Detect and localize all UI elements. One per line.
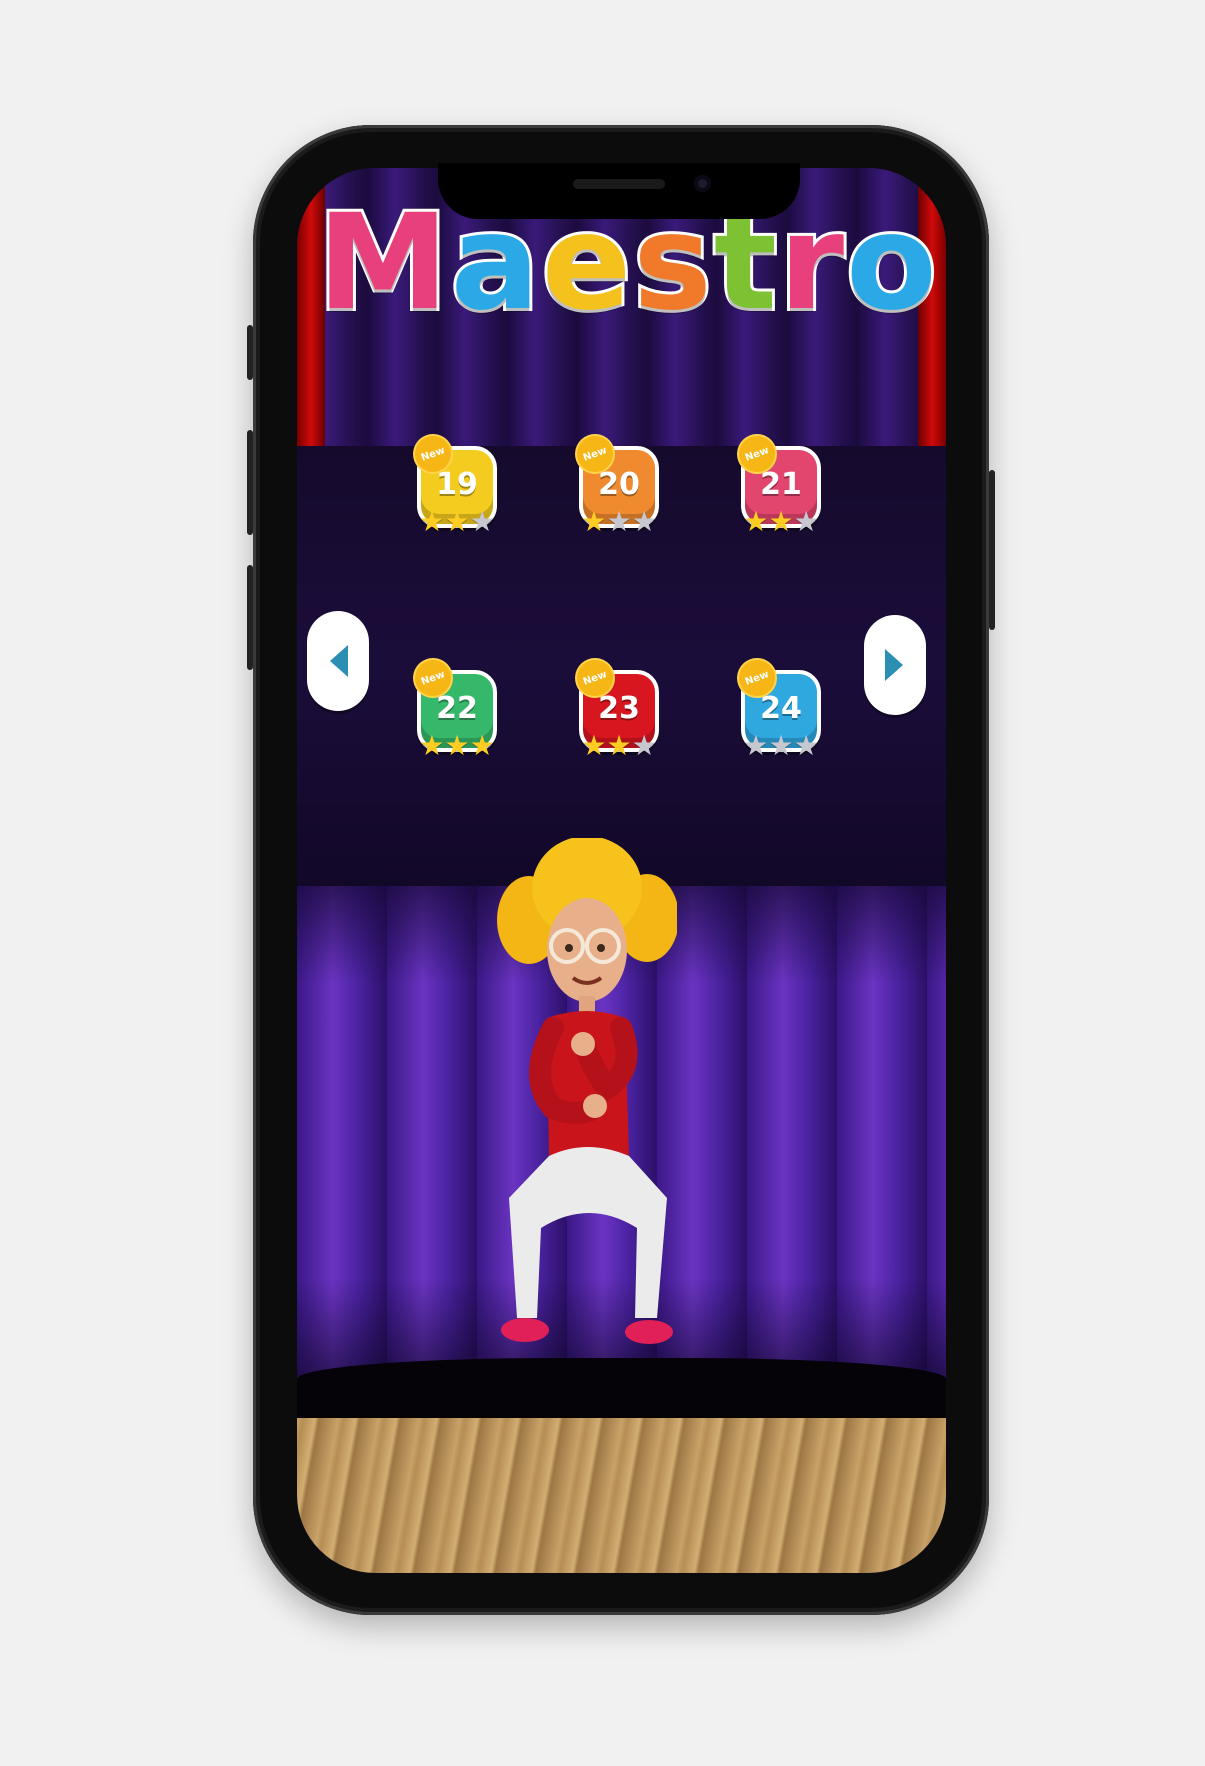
level-button-21[interactable]: 21 New ★ ★ ★ — [733, 430, 821, 538]
level-stars: ★ ★ ★ — [419, 729, 495, 762]
phone-volume-up — [247, 430, 253, 535]
level-stars: ★ ★ ★ — [419, 505, 495, 538]
stage-floor — [297, 1418, 946, 1573]
star-filled-icon: ★ — [743, 505, 769, 538]
star-empty-icon: ★ — [768, 729, 794, 762]
phone-power-button — [989, 470, 995, 630]
star-filled-icon: ★ — [581, 729, 607, 762]
phone-notch — [438, 163, 800, 219]
level-button-23[interactable]: 23 New ★ ★ ★ — [571, 654, 659, 762]
game-screen: Maestro 19 New ★ ★ ★ 20 New ★ ★ ★ 21 New ★ ★ ★ 22 New ★ ★ ★… — [297, 168, 946, 1573]
star-empty-icon: ★ — [793, 729, 819, 762]
star-filled-icon: ★ — [469, 729, 495, 762]
level-number: 22 — [436, 690, 478, 726]
star-filled-icon: ★ — [606, 729, 632, 762]
title-letter: o — [843, 186, 940, 340]
level-button-20[interactable]: 20 New ★ ★ ★ — [571, 430, 659, 538]
arrow-right-icon — [885, 649, 903, 681]
level-stars: ★ ★ ★ — [743, 505, 819, 538]
star-filled-icon: ★ — [444, 729, 470, 762]
level-stars: ★ ★ ★ — [581, 505, 657, 538]
star-filled-icon: ★ — [444, 505, 470, 538]
level-button-24[interactable]: 24 New ★ ★ ★ — [733, 654, 821, 762]
level-stars: ★ ★ ★ — [743, 729, 819, 762]
star-empty-icon: ★ — [743, 729, 769, 762]
level-number: 24 — [760, 690, 802, 726]
star-empty-icon: ★ — [631, 505, 657, 538]
dancer-character — [497, 838, 677, 1344]
star-filled-icon: ★ — [768, 505, 794, 538]
star-filled-icon: ★ — [419, 729, 445, 762]
star-empty-icon: ★ — [631, 729, 657, 762]
level-number: 19 — [436, 466, 478, 502]
star-filled-icon: ★ — [419, 505, 445, 538]
level-button-19[interactable]: 19 New ★ ★ ★ — [409, 430, 497, 538]
camera-icon — [694, 175, 711, 192]
star-empty-icon: ★ — [793, 505, 819, 538]
level-number: 21 — [760, 466, 802, 502]
level-stars: ★ ★ ★ — [581, 729, 657, 762]
phone-speaker — [573, 179, 665, 189]
level-number: 23 — [598, 690, 640, 726]
level-button-22[interactable]: 22 New ★ ★ ★ — [409, 654, 497, 762]
phone-silent-switch — [247, 325, 253, 380]
previous-page-button[interactable] — [307, 611, 369, 711]
star-empty-icon: ★ — [606, 505, 632, 538]
star-filled-icon: ★ — [581, 505, 607, 538]
title-letter: r — [776, 186, 847, 340]
title-letter: M — [314, 186, 451, 340]
arrow-left-icon — [330, 645, 348, 677]
star-empty-icon: ★ — [469, 505, 495, 538]
next-page-button[interactable] — [864, 615, 926, 715]
level-number: 20 — [598, 466, 640, 502]
phone-volume-down — [247, 565, 253, 670]
